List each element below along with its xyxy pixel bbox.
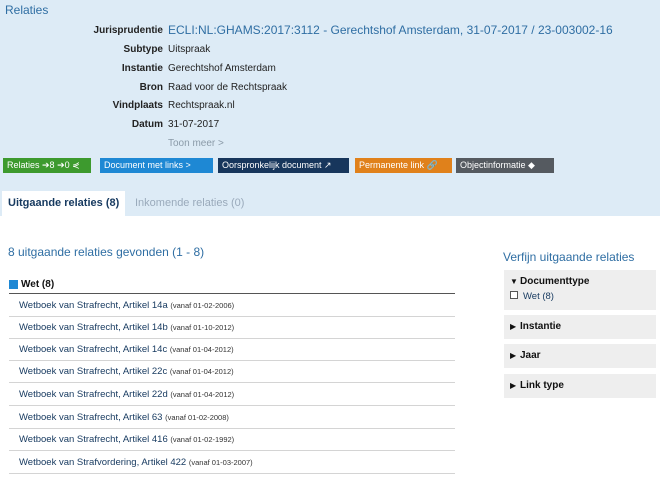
relation-title[interactable]: Wetboek van Strafvordering, Artikel 422 bbox=[19, 457, 186, 468]
relation-title[interactable]: Wetboek van Strafrecht, Artikel 14b bbox=[19, 322, 168, 333]
relation-title[interactable]: Wetboek van Strafrecht, Artikel 14a bbox=[19, 300, 168, 311]
meta-value: Gerechtshof Amsterdam bbox=[168, 63, 276, 74]
triangle-right-icon: ▶ bbox=[510, 351, 517, 360]
results-summary: 8 uitgaande relaties gevonden (1 - 8) bbox=[8, 245, 205, 259]
relation-date: (vanaf 01-10-2012) bbox=[170, 323, 235, 332]
meta-label: Jurisprudentie bbox=[93, 25, 163, 36]
relation-link[interactable]: Wetboek van Strafrecht, Artikel 22c (van… bbox=[19, 366, 234, 377]
meta-label: Datum bbox=[131, 119, 163, 130]
meta-row-vindplaats: Vindplaats Rechtspraak.nl bbox=[0, 100, 660, 118]
meta-row-datum: Datum 31-07-2017 bbox=[0, 119, 660, 137]
relation-link[interactable]: Wetboek van Strafrecht, Artikel 14a (van… bbox=[19, 300, 234, 311]
group-header-wet[interactable]: Wet (8) bbox=[9, 277, 455, 293]
meta-value: Uitspraak bbox=[168, 44, 211, 55]
toon-meer-link[interactable]: Toon meer > bbox=[168, 138, 224, 149]
relation-title[interactable]: Wetboek van Strafrecht, Artikel 14c bbox=[19, 344, 167, 355]
relation-date: (vanaf 01-02-2006) bbox=[170, 301, 235, 310]
facet-instantie[interactable]: ▶ Instantie bbox=[504, 315, 656, 339]
document-met-links-button[interactable]: Document met links > bbox=[100, 158, 213, 173]
relation-link[interactable]: Wetboek van Strafrecht, Artikel 416 (van… bbox=[19, 434, 234, 445]
list-item[interactable]: Wetboek van Strafvordering, Artikel 422 … bbox=[9, 452, 455, 474]
header-panel: Relaties Jurisprudentie ECLI:NL:GHAMS:20… bbox=[0, 0, 660, 216]
relation-link[interactable]: Wetboek van Strafrecht, Artikel 14c (van… bbox=[19, 344, 234, 355]
list-item[interactable]: Wetboek van Strafrecht, Artikel 416 (van… bbox=[9, 429, 455, 451]
list-item[interactable]: Wetboek van Strafrecht, Artikel 14b (van… bbox=[9, 317, 455, 339]
meta-row-bron: Bron Raad voor de Rechtspraak bbox=[0, 82, 660, 100]
triangle-right-icon: ▶ bbox=[510, 322, 517, 331]
checkbox[interactable] bbox=[510, 291, 518, 299]
meta-row-instantie: Instantie Gerechtshof Amsterdam bbox=[0, 63, 660, 81]
list-item[interactable]: Wetboek van Strafrecht, Artikel 22c (van… bbox=[9, 361, 455, 383]
meta-value: Rechtspraak.nl bbox=[168, 100, 235, 111]
facet-label: Instantie bbox=[520, 321, 562, 332]
meta-value: 31-07-2017 bbox=[168, 119, 220, 130]
list-item[interactable]: Wetboek van Strafrecht, Artikel 63 (vana… bbox=[9, 407, 455, 429]
relation-date: (vanaf 01-02-2008) bbox=[165, 413, 229, 422]
objectinformatie-button[interactable]: Objectinformatie ◆ bbox=[456, 158, 554, 173]
group-label: Wet (8) bbox=[21, 279, 55, 290]
facet-option-label: Wet (8) bbox=[523, 291, 554, 302]
relation-link[interactable]: Wetboek van Strafrecht, Artikel 63 (vana… bbox=[19, 412, 229, 423]
facet-jaar[interactable]: ▶ Jaar bbox=[504, 344, 656, 368]
jurisprudentie-link[interactable]: ECLI:NL:GHAMS:2017:3112 - Gerechtshof Am… bbox=[168, 23, 613, 37]
facet-documenttype[interactable]: ▼ Documenttype Wet (8) bbox=[504, 270, 656, 310]
oorspronkelijk-document-button[interactable]: Oorspronkelijk document ↗ bbox=[218, 158, 349, 173]
relation-link[interactable]: Wetboek van Strafvordering, Artikel 422 … bbox=[19, 457, 253, 468]
list-item[interactable]: Wetboek van Strafrecht, Artikel 14a (van… bbox=[9, 295, 455, 317]
tab-inkomende-relaties[interactable]: Inkomende relaties (0) bbox=[129, 191, 250, 216]
relation-date: (vanaf 01-04-2012) bbox=[169, 367, 234, 376]
facet-header[interactable]: ▶ Instantie bbox=[510, 321, 561, 332]
facet-label: Link type bbox=[520, 380, 564, 391]
facet-header[interactable]: ▶ Jaar bbox=[510, 350, 541, 361]
group-divider bbox=[9, 293, 455, 294]
relation-date: (vanaf 01-03-2007) bbox=[188, 458, 253, 467]
meta-label: Vindplaats bbox=[112, 100, 163, 111]
relation-title[interactable]: Wetboek van Strafrecht, Artikel 22d bbox=[19, 389, 168, 400]
relaties-button[interactable]: Relaties ➔8 ➔0 ⋞ bbox=[3, 158, 91, 173]
meta-row-jurisprudentie: Jurisprudentie ECLI:NL:GHAMS:2017:3112 -… bbox=[0, 23, 660, 43]
relation-date: (vanaf 01-02-1992) bbox=[170, 435, 235, 444]
facet-header[interactable]: ▼ Documenttype bbox=[510, 276, 589, 287]
facet-header[interactable]: ▶ Link type bbox=[510, 380, 564, 391]
relation-title[interactable]: Wetboek van Strafrecht, Artikel 22c bbox=[19, 366, 167, 377]
relation-title[interactable]: Wetboek van Strafrecht, Artikel 416 bbox=[19, 434, 168, 445]
facet-label: Jaar bbox=[520, 350, 541, 361]
facet-link-type[interactable]: ▶ Link type bbox=[504, 374, 656, 398]
relation-date: (vanaf 01-04-2012) bbox=[170, 390, 235, 399]
meta-label: Subtype bbox=[123, 44, 163, 55]
list-item[interactable]: Wetboek van Strafrecht, Artikel 14c (van… bbox=[9, 339, 455, 361]
triangle-down-icon: ▼ bbox=[510, 277, 518, 286]
relation-date: (vanaf 01-04-2012) bbox=[169, 345, 234, 354]
facet-option-wet[interactable]: Wet (8) bbox=[510, 291, 554, 302]
relation-link[interactable]: Wetboek van Strafrecht, Artikel 14b (van… bbox=[19, 322, 234, 333]
tab-uitgaande-relaties[interactable]: Uitgaande relaties (8) bbox=[2, 191, 126, 216]
list-item[interactable]: Wetboek van Strafrecht, Artikel 22d (van… bbox=[9, 384, 455, 406]
triangle-right-icon: ▶ bbox=[510, 381, 517, 390]
meta-label: Instantie bbox=[121, 63, 163, 74]
group-square-icon bbox=[9, 280, 18, 289]
facet-label: Documenttype bbox=[520, 276, 590, 287]
meta-value: Raad voor de Rechtspraak bbox=[168, 82, 287, 93]
filter-title: Verfijn uitgaande relaties bbox=[503, 250, 635, 264]
relation-title[interactable]: Wetboek van Strafrecht, Artikel 63 bbox=[19, 412, 162, 423]
permanente-link-button[interactable]: Permanente link 🔗 bbox=[355, 158, 452, 173]
page-title: Relaties bbox=[5, 3, 49, 17]
relation-link[interactable]: Wetboek van Strafrecht, Artikel 22d (van… bbox=[19, 389, 234, 400]
meta-label: Bron bbox=[139, 82, 163, 93]
meta-row-subtype: Subtype Uitspraak bbox=[0, 44, 660, 62]
